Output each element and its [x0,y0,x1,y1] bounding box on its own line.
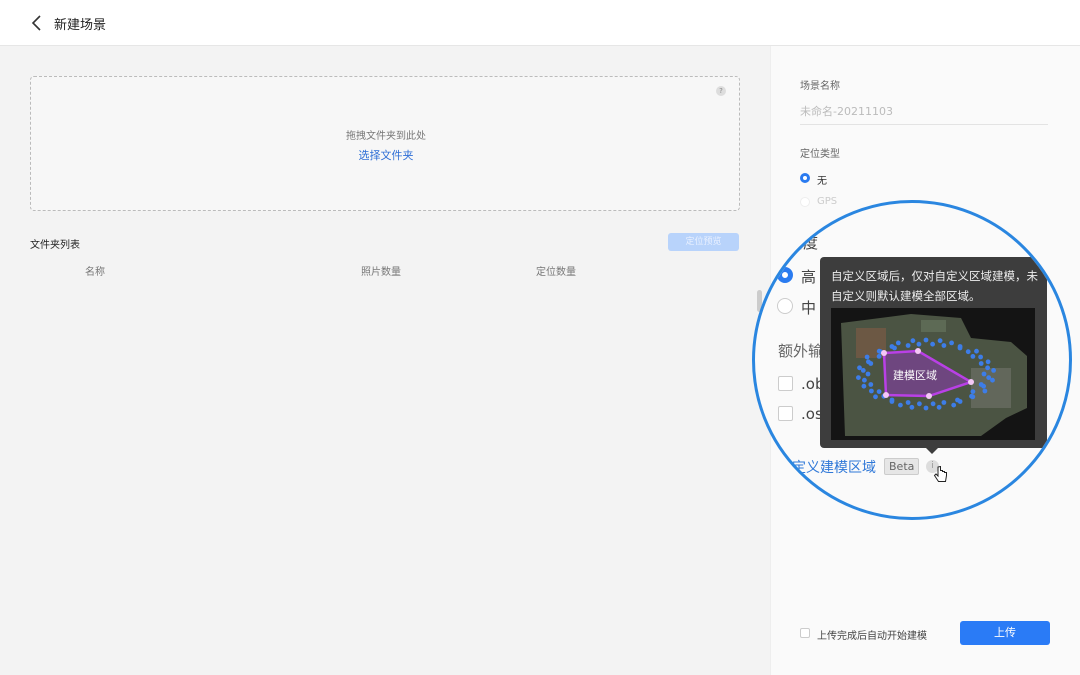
tooltip-text: 自定义区域后，仅对自定义区域建模，未自定义则默认建模全部区域。 [831,269,1038,303]
column-header-photo-count: 照片数量 [361,267,401,278]
flight-point [876,354,882,359]
upload-button[interactable]: 上传 [960,621,1050,645]
auto-start-checkbox[interactable] [800,628,810,638]
flight-point [873,394,878,400]
page-title: 新建场景 [54,18,107,33]
chevron-left-icon[interactable] [30,13,44,33]
flight-point [970,354,976,359]
flight-point [917,401,922,407]
radio-high-label: 高 [801,268,817,286]
flight-point [930,341,935,347]
flight-point [895,340,901,346]
flight-point [868,382,874,387]
flight-point [892,345,897,351]
positioning-type-label: 定位类型 [800,149,840,160]
flight-point [889,399,895,404]
flight-point [910,338,916,344]
flight-point [936,404,942,410]
flight-point [970,389,976,394]
flight-point [909,404,915,410]
flight-point [941,343,947,348]
precision-label: 精度 [788,234,819,252]
flight-point [861,383,867,389]
help-icon[interactable]: ? [716,86,726,96]
flight-point [955,397,960,403]
drop-hint: 拖拽文件夹到此处 [346,131,426,142]
flight-point [965,349,971,355]
flight-point [951,402,957,408]
flight-point [949,340,954,346]
flight-point [930,401,936,407]
auto-start-label: 上传完成后自动开始建模 [817,631,927,642]
radio-none[interactable] [800,173,810,183]
flight-point [866,359,871,365]
flight-point [969,393,974,399]
map-region-label: 建模区域 [893,368,937,382]
custom-region-link[interactable]: 自定义建模区域 [778,457,876,477]
flight-point [941,400,947,405]
flight-point [869,388,874,394]
flight-point [985,359,991,365]
region-map-image: 建模区域 [831,308,1035,440]
radio-medium[interactable] [777,298,793,314]
flight-point [982,388,988,394]
radio-medium-label: 中 [801,299,817,317]
scene-name-label: 场景名称 [800,81,840,92]
flight-point [876,389,882,394]
radio-none-label: 无 [817,176,827,187]
flight-point [974,348,979,354]
scene-name-input[interactable]: 未命名-20211103 [800,103,1048,125]
flight-point [862,377,867,383]
column-header-position-count: 定位数量 [536,267,576,278]
flight-point [981,383,986,389]
flight-point [991,368,996,373]
magnifier-callout: 精度 高 中 额外输出 .obj .osgb 自定义建模区域 Beta i 自定… [752,200,1072,520]
flight-point [957,344,963,349]
column-header-name: 名称 [85,267,105,278]
flight-point [990,377,995,383]
folder-dropzone[interactable]: 拖拽文件夹到此处 选择文件夹 [30,76,740,211]
select-folder-link[interactable]: 选择文件夹 [31,147,741,163]
flight-point [923,337,929,343]
folder-list-title: 文件夹列表 [30,240,80,251]
flight-point [857,365,862,371]
flight-point [898,402,903,408]
flight-point [865,371,871,377]
header: 新建场景 [0,0,1080,46]
tooltip: 自定义区域后，仅对自定义区域建模，未自定义则默认建模全部区域。 建模区域 [820,257,1047,448]
tooltip-arrow [925,447,939,454]
radio-high[interactable] [777,267,793,283]
beta-badge: Beta [884,458,920,475]
flight-point [978,354,983,360]
checkbox-osgb[interactable] [778,406,793,421]
checkbox-obj[interactable] [778,376,793,391]
flight-point [905,343,911,348]
flight-point [978,361,984,366]
positioning-preview-button[interactable]: 定位预览 [668,233,739,251]
flight-point [923,405,929,411]
flight-point [856,375,861,380]
flight-point [905,400,911,405]
flight-point [916,341,922,347]
flight-point [864,354,870,360]
flight-point [985,365,990,371]
hand-cursor-icon [933,466,947,482]
flight-point [981,371,987,377]
flight-point [937,338,943,344]
